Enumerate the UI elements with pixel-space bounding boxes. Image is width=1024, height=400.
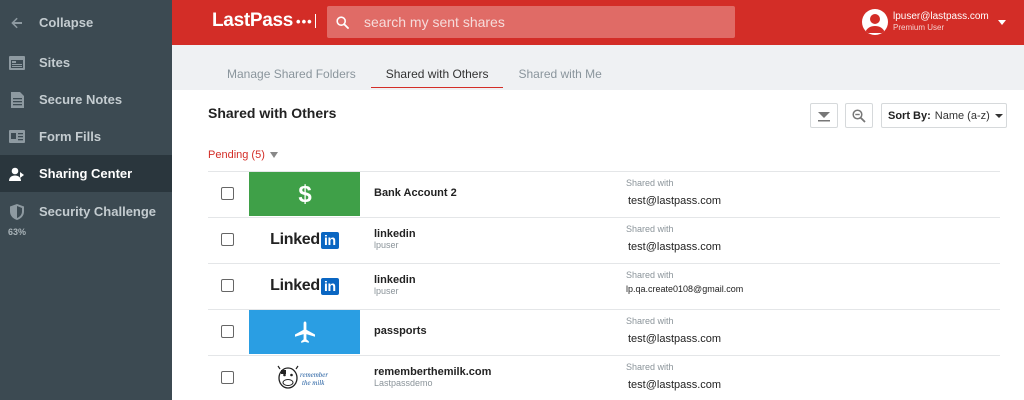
user-email: lpuser@lastpass.com [893,11,989,22]
zoom-out-icon [852,108,866,123]
row-name: linkedin [374,274,416,286]
sidebar: Collapse Sites Secure Notes Form Fills S… [0,0,172,400]
user-plan: Premium User [893,23,945,32]
linkedin-logo-text: Linked [270,231,320,248]
row-name: Bank Account 2 [374,187,457,199]
row-checkbox[interactable] [221,371,234,384]
shared-with-label: Shared with [626,270,674,280]
shared-with-value: test@lastpass.com [628,195,722,207]
row-checkbox[interactable] [221,233,234,246]
user-info: lpuser@lastpass.com Premium User [893,11,989,33]
table-row[interactable]: $ Bank Account 2 Shared with test@lastpa… [208,171,1000,216]
table-row[interactable]: remember the milk rememberthemilk.com La… [208,355,1000,400]
chevron-down-icon [997,19,1006,25]
sidebar-item-sites[interactable]: Sites [0,44,172,81]
tab-shared-with-me[interactable]: Shared with Me [503,62,616,88]
rememberthemilk-logo: remember the milk [277,365,328,389]
pending-label: Pending (5) [208,149,265,161]
row-checkbox[interactable] [221,187,234,200]
sidebar-item-label: Sharing Center [39,166,133,181]
filter-icon [818,111,830,121]
row-subtitle: lpuser [374,286,399,296]
sidebar-item-label: Security Challenge [39,204,157,219]
search-bar [327,6,735,38]
sidebar-item-security-challenge[interactable]: Security Challenge [0,193,172,230]
linkedin-logo-in: in [320,277,339,295]
sites-icon [9,55,25,71]
table-row[interactable]: Linked in linkedin lpuser Shared with lp… [208,263,1000,308]
shared-with-label: Shared with [626,316,674,326]
row-name: passports [374,325,427,337]
sidebar-collapse-label: Collapse [39,15,94,30]
row-checkbox[interactable] [221,279,234,292]
shared-with-label: Shared with [626,224,674,234]
shared-with-value: test@lastpass.com [628,241,722,253]
table-row[interactable]: passports Shared with test@lastpass.com [208,309,1000,354]
sharing-tabs: Manage Shared Folders Shared with Others… [212,62,617,88]
linkedin-logo: Linked in [270,231,339,249]
top-header: LastPass ••• lpuser@lastpass.com Premium… [172,0,1024,45]
logo-bar [314,14,317,28]
table-row[interactable]: Linked in linkedin lpuser Shared with te… [208,217,1000,262]
filter-button[interactable] [810,103,838,128]
logo-text: LastPass [212,10,294,31]
sidebar-item-form-fills[interactable]: Form Fills [0,118,172,155]
row-subtitle: Lastpassdemo [374,378,433,388]
search-icon [336,15,349,29]
sidebar-item-secure-notes[interactable]: Secure Notes [0,81,172,118]
row-name: linkedin [374,228,416,240]
security-score: 63% [8,227,27,237]
sidebar-item-label: Secure Notes [39,92,123,107]
zoom-button[interactable] [845,103,873,128]
arrow-left-icon [9,15,25,31]
row-thumbnail: Linked in [249,218,360,262]
shared-with-label: Shared with [626,362,674,372]
shared-with-value: lp.qa.create0108@gmail.com [626,284,744,294]
chevron-down-icon [994,113,1003,118]
id-card-icon [9,129,25,145]
shared-with-value: test@lastpass.com [628,379,722,391]
linkedin-logo-in: in [320,231,339,249]
row-thumbnail: $ [249,172,360,216]
airplane-icon [294,321,315,343]
rtm-logo-line1: remember [300,371,328,379]
avatar [862,9,888,35]
dollar-icon: $ [298,181,312,207]
shared-with-label: Shared with [626,178,674,188]
lastpass-logo[interactable]: LastPass ••• [212,10,317,32]
sidebar-item-label: Form Fills [39,129,102,144]
note-icon [9,91,25,108]
lastpass-app: Collapse Sites Secure Notes Form Fills S… [0,0,1024,400]
linkedin-logo-text: Linked [270,277,320,294]
row-checkbox[interactable] [221,325,234,338]
sort-dropdown[interactable]: Sort By: Name (a-z) [881,103,1007,128]
row-thumbnail [249,310,360,354]
sort-label: Sort By: [888,109,931,122]
sort-value: Name (a-z) [934,109,990,122]
logo-dots: ••• [296,13,313,29]
row-subtitle: lpuser [374,240,399,250]
svg-text:$: $ [298,181,312,207]
rtm-logo-line2: the milk [302,379,325,387]
linkedin-logo: Linked in [270,277,339,295]
sidebar-item-sharing-center[interactable]: Sharing Center [0,155,172,192]
share-user-icon [9,166,25,182]
sidebar-item-label: Sites [39,55,71,70]
user-icon [865,14,885,33]
user-menu[interactable]: lpuser@lastpass.com Premium User [862,9,1006,35]
row-thumbnail: Linked in [249,264,360,308]
tab-manage-shared-folders[interactable]: Manage Shared Folders [212,62,371,88]
page-title: Shared with Others [208,105,337,121]
shared-with-value: test@lastpass.com [628,333,722,345]
caret-down-icon [269,152,278,158]
shield-icon [9,203,25,220]
tab-shared-with-others[interactable]: Shared with Others [370,62,504,88]
search-input[interactable] [364,6,735,38]
sidebar-collapse[interactable]: Collapse [0,4,172,41]
row-name: rememberthemilk.com [374,366,492,378]
pending-toggle[interactable]: Pending (5) [208,149,278,161]
row-thumbnail: remember the milk [249,356,360,400]
